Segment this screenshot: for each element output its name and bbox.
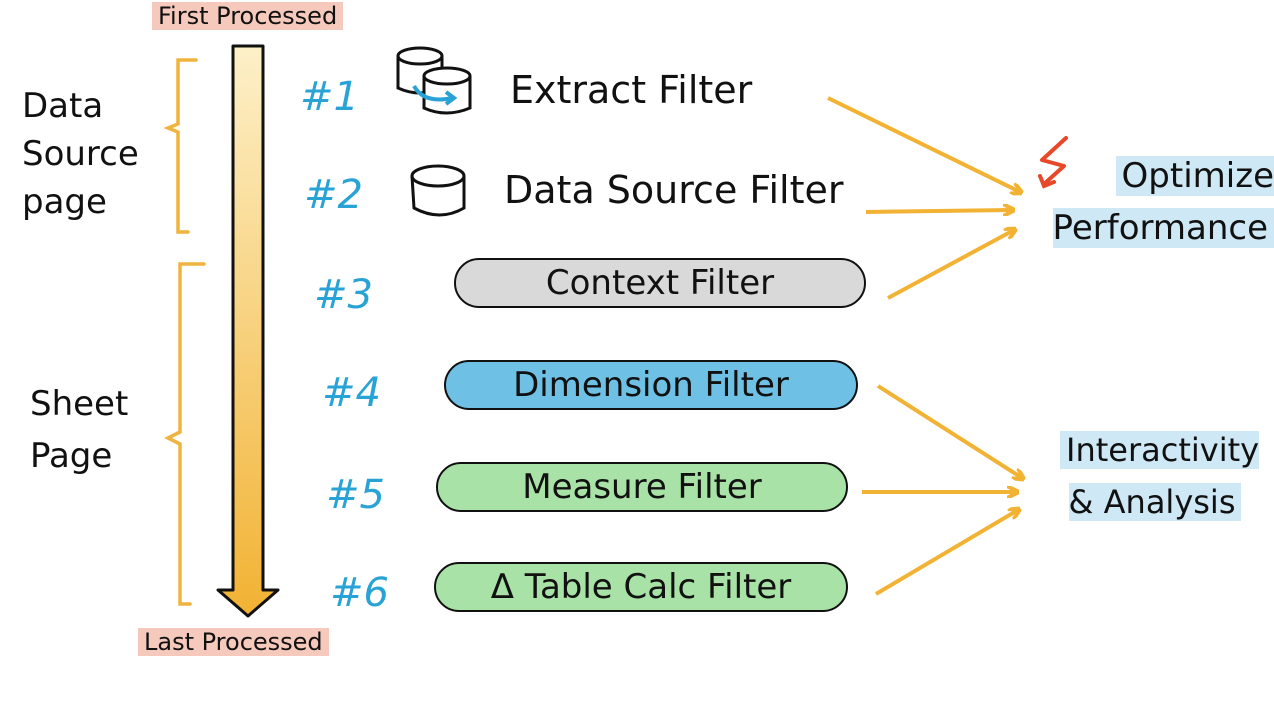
context-filter-label: Context Filter	[545, 263, 775, 303]
data-source-page-label: Data Source page	[22, 86, 139, 222]
dimension-filter-label: Dimension Filter	[513, 365, 789, 405]
arrow-context-to-optimize	[887, 230, 1014, 300]
arrow-tablecalc-to-interactivity	[874, 510, 1018, 596]
data-source-filter-label: Data Source Filter	[504, 168, 844, 212]
arrow-datasource-to-optimize	[865, 210, 1012, 212]
filter-number-5: #5	[326, 472, 385, 518]
table-calc-filter-pill: Δ Table Calc Filter	[434, 562, 848, 612]
context-filter-pill: Context Filter	[454, 258, 866, 308]
filter-number-3: #3	[314, 272, 373, 318]
arrow-dimension-to-interactivity	[876, 384, 1022, 478]
table-calc-filter-label: Δ Table Calc Filter	[490, 567, 792, 607]
extract-filter-label: Extract Filter	[510, 68, 753, 112]
database-icon	[410, 164, 466, 217]
filter-number-2: #2	[304, 172, 363, 218]
extract-icon	[396, 46, 472, 115]
first-processed-label: First Processed	[152, 2, 344, 30]
filter-number-1: #1	[300, 74, 359, 120]
dimension-filter-pill: Dimension Filter	[444, 360, 858, 410]
filter-number-4: #4	[322, 370, 381, 416]
measure-filter-label: Measure Filter	[522, 467, 762, 507]
measure-filter-pill: Measure Filter	[436, 462, 848, 512]
interactivity-analysis-label: Interactivity & Analysis	[1060, 424, 1260, 528]
filter-number-6: #6	[330, 570, 389, 616]
optimize-performance-label: Optimize Performance	[1052, 156, 1274, 248]
last-processed-label: Last Processed	[138, 628, 329, 656]
arrow-extract-to-optimize	[827, 96, 1020, 192]
data-source-brace	[163, 58, 198, 234]
processing-order-arrow	[216, 44, 280, 618]
sheet-page-brace	[164, 262, 206, 606]
sheet-page-label: Sheet Page	[30, 384, 129, 476]
